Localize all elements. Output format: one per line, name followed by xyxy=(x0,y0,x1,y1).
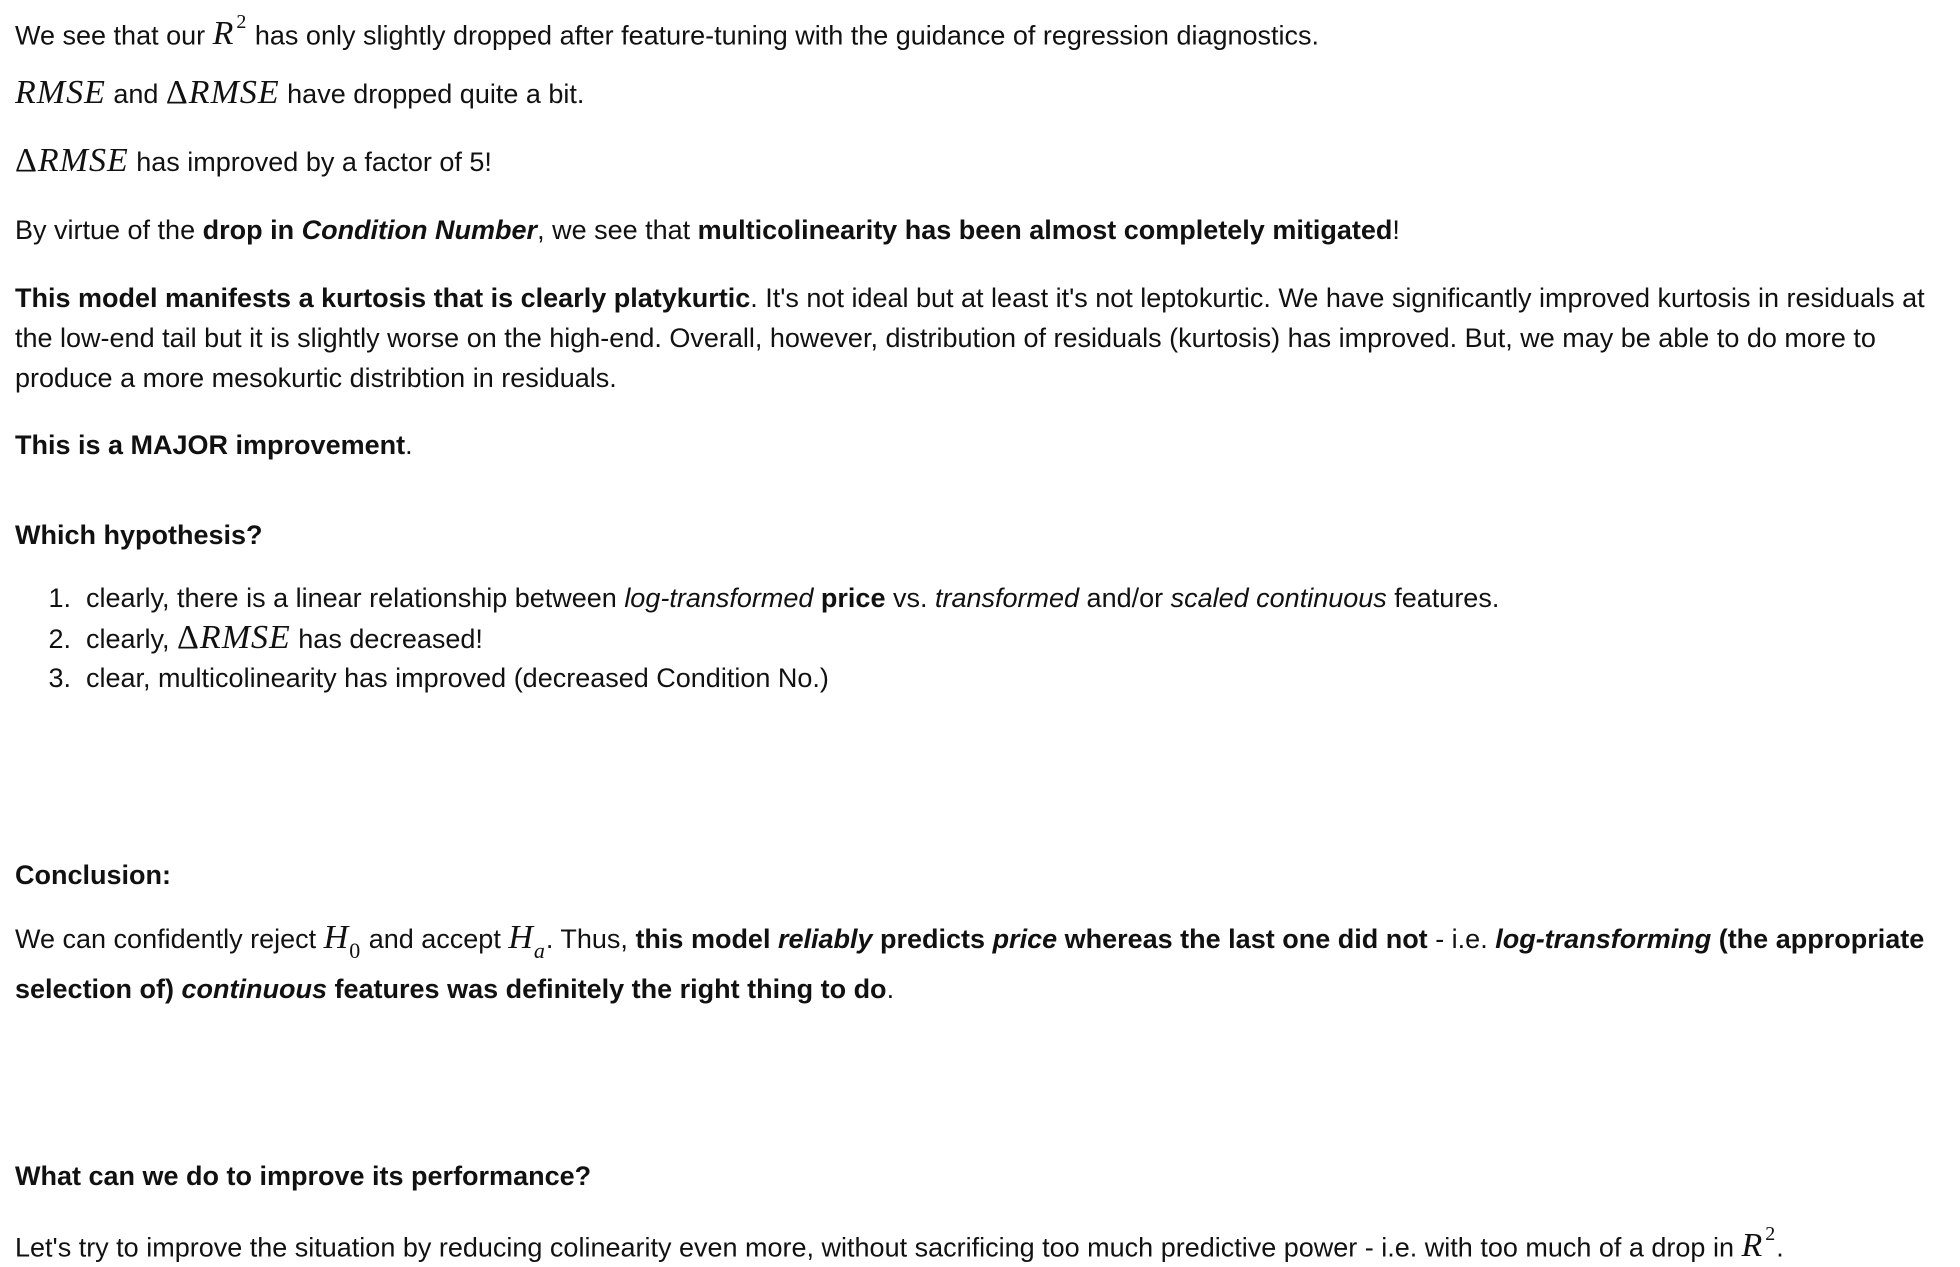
delta-rmse-paragraph: ΔRMSE has improved by a factor of 5! xyxy=(15,141,492,182)
math-delta: Δ xyxy=(15,142,38,179)
bold-text: This is a MAJOR improvement xyxy=(15,430,406,460)
text xyxy=(813,583,821,613)
bold-text: This model manifests a kurtosis that is … xyxy=(15,283,751,313)
hypothesis-heading: Which hypothesis? xyxy=(15,515,263,555)
math-symbol: R xyxy=(1741,1227,1764,1265)
bold-text: whereas the last one did not xyxy=(1057,924,1428,954)
text: Let's try to improve the situation by re… xyxy=(15,1232,1742,1263)
math-symbol: RMSE xyxy=(188,74,280,111)
math-symbol: RMSE xyxy=(199,619,291,656)
conclusion-paragraph: We can confidently reject H0 and accept … xyxy=(15,918,1945,1009)
text: . xyxy=(886,973,895,1004)
text: By virtue of the xyxy=(15,215,203,245)
text: and accept xyxy=(361,924,509,954)
improve-heading: What can we do to improve its performanc… xyxy=(15,1156,591,1196)
math-symbol: H xyxy=(323,919,350,956)
list-number: 3. xyxy=(48,663,71,693)
bold-text: price xyxy=(820,583,886,613)
text: has only slightly dropped after feature-… xyxy=(247,20,1320,51)
text: , we see that xyxy=(537,215,698,245)
math-subscript: 0 xyxy=(349,937,362,963)
heading-text: Which hypothesis? xyxy=(15,520,263,550)
text: have dropped quite a bit. xyxy=(279,79,585,109)
math-superscript: 2 xyxy=(1765,1223,1777,1245)
bold-italic-text: continuous xyxy=(181,973,328,1004)
math-h-null: H0 xyxy=(323,919,362,963)
conclusion-heading: Conclusion: xyxy=(15,855,171,895)
list-item: 1. clearly, there is a linear relationsh… xyxy=(15,578,1499,618)
improve-paragraph: Let's try to improve the situation by re… xyxy=(15,1218,1784,1267)
math-delta: Δ xyxy=(165,74,189,111)
list-number: 1. xyxy=(48,583,71,613)
bold-italic-text: price xyxy=(992,924,1058,954)
text: ! xyxy=(1392,215,1400,245)
condition-number-paragraph: By virtue of the drop in Condition Numbe… xyxy=(15,210,1400,250)
rmse-paragraph: RMSE and ΔRMSE have dropped quite a bit. xyxy=(15,73,584,114)
math-delta-rmse: ΔRMSE xyxy=(177,619,291,656)
math-h-alt: Ha xyxy=(508,919,546,963)
math-symbol: RMSE xyxy=(37,142,129,179)
math-r-squared: R2 xyxy=(1741,1223,1776,1265)
math-r-squared: R2 xyxy=(212,11,248,53)
r-squared-paragraph: We see that our R2 has only slightly dro… xyxy=(15,6,1319,55)
math-symbol: RMSE xyxy=(15,74,106,111)
text: We can confidently reject xyxy=(15,924,324,954)
text: clearly, there is a linear relationship … xyxy=(86,583,625,613)
italic-text: log-transformed xyxy=(624,583,814,613)
text: . xyxy=(405,430,413,460)
text: has decreased! xyxy=(290,624,483,654)
text: clear, multicolinearity has improved (de… xyxy=(86,663,829,693)
kurtosis-paragraph: This model manifests a kurtosis that is … xyxy=(15,278,1945,398)
text: features. xyxy=(1386,583,1500,613)
bold-text: features was definitely the right thing … xyxy=(327,973,887,1004)
math-symbol: R xyxy=(212,15,235,53)
math-subscript: a xyxy=(533,937,546,963)
math-delta-rmse: ΔRMSE xyxy=(15,142,129,179)
text: has improved by a factor of 5! xyxy=(128,147,492,177)
text: . xyxy=(1776,1232,1784,1263)
major-improvement-paragraph: This is a MAJOR improvement. xyxy=(15,425,413,465)
list-item: 2. clearly, ΔRMSE has decreased! xyxy=(15,618,1499,658)
italic-text: transformed xyxy=(934,583,1080,613)
list-number: 2. xyxy=(48,624,71,654)
heading-text: What can we do to improve its performanc… xyxy=(15,1161,592,1191)
bold-text: this model xyxy=(635,924,778,954)
bold-italic-text: Condition Number xyxy=(301,215,538,245)
text: clearly, xyxy=(86,624,178,654)
bold-italic-text: log-transforming xyxy=(1495,924,1712,954)
bold-italic-text: reliably xyxy=(777,924,873,954)
math-symbol: H xyxy=(508,919,534,956)
math-delta-rmse: ΔRMSE xyxy=(166,74,280,111)
hypothesis-list: 1. clearly, there is a linear relationsh… xyxy=(15,578,1499,698)
math-superscript: 2 xyxy=(236,11,248,33)
math-delta: Δ xyxy=(177,619,200,656)
math-rmse: RMSE xyxy=(15,74,106,111)
text: and xyxy=(105,79,166,109)
text: vs. xyxy=(885,583,935,613)
bold-text: multicolinearity has been almost complet… xyxy=(697,215,1393,245)
text: . Thus, xyxy=(545,924,636,954)
text: - i.e. xyxy=(1427,924,1496,954)
bold-text: drop in xyxy=(202,215,302,245)
list-item: 3. clear, multicolinearity has improved … xyxy=(15,658,1499,698)
italic-text: scaled continuous xyxy=(1170,583,1387,613)
text: and/or xyxy=(1079,583,1171,613)
bold-text: predicts xyxy=(872,924,993,954)
text: We see that our xyxy=(15,20,213,51)
heading-text: Conclusion: xyxy=(15,860,171,890)
